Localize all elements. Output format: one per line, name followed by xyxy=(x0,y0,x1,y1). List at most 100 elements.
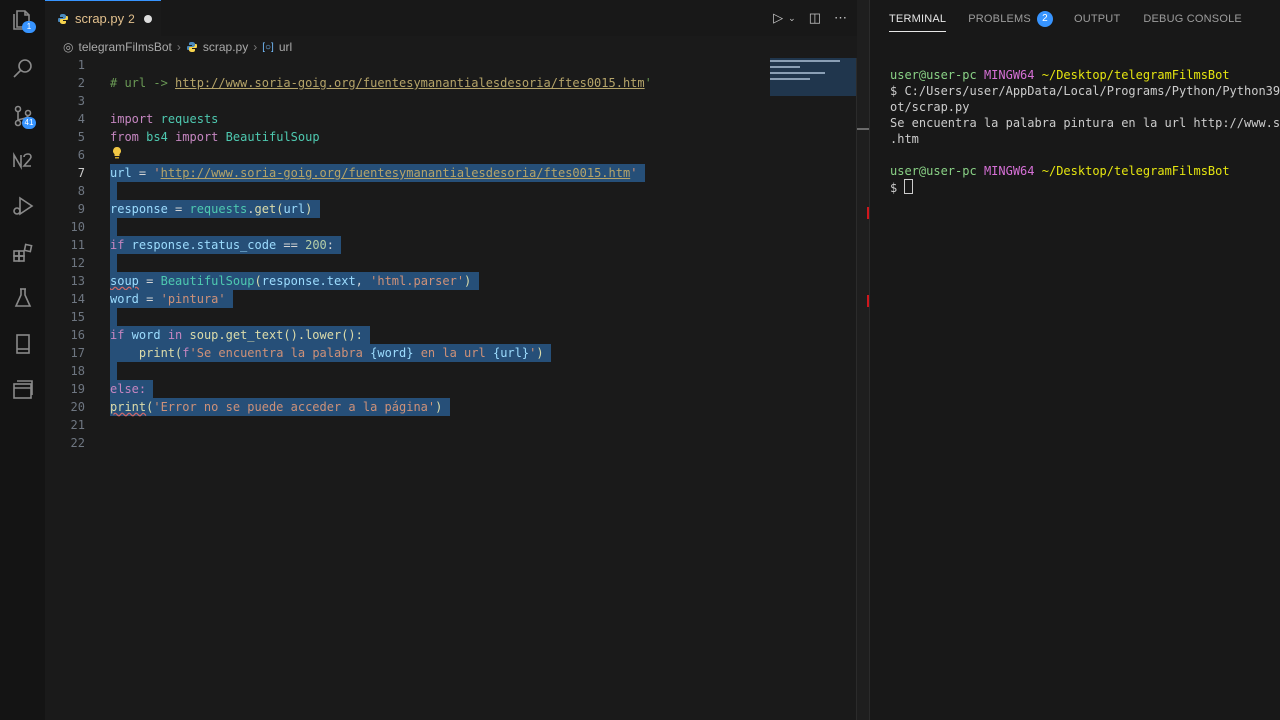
n2-extension-icon[interactable] xyxy=(0,141,45,181)
terminal-prompt-line: user@user-pc MINGW64 ~/Desktop/telegramF… xyxy=(890,67,1280,83)
minimap-line xyxy=(770,72,825,74)
explorer-icon[interactable]: 1 xyxy=(0,0,45,40)
line-number: 18 xyxy=(70,364,85,378)
code-line: 11 if response.status_code == 200: xyxy=(45,236,857,254)
interpolation-token: {url} xyxy=(492,346,530,360)
terminal-prompt-line: user@user-pc MINGW64 ~/Desktop/telegramF… xyxy=(890,163,1280,179)
terminal-output-line: .htm xyxy=(890,132,919,146)
tab-scrap-py[interactable]: scrap.py 2 xyxy=(45,0,161,36)
line-number: 11 xyxy=(70,238,85,252)
string-token: 'Error no se puede acceder a la página' xyxy=(153,400,436,414)
line-number: 15 xyxy=(70,310,85,324)
function-token: print xyxy=(110,400,147,414)
line-number: 5 xyxy=(77,130,85,144)
minimap-line xyxy=(770,60,840,62)
string-url-link[interactable]: http://www.soria-goig.org/fuentesymanant… xyxy=(161,166,631,180)
split-editor-icon[interactable]: ◫ xyxy=(809,10,821,26)
line-number: 4 xyxy=(77,112,85,126)
class-token: BeautifulSoup xyxy=(160,274,255,288)
terminal-panel: TERMINAL PROBLEMS 2 OUTPUT DEBUG CONSOLE … xyxy=(869,0,1280,720)
operator-token: = xyxy=(138,274,161,288)
python-file-icon xyxy=(58,13,68,24)
paren-token: ) xyxy=(435,400,443,414)
keyword-token: import xyxy=(110,112,154,126)
variable-token: word xyxy=(110,292,139,306)
line-number: 12 xyxy=(70,256,85,270)
extensions-icon[interactable] xyxy=(0,233,45,273)
breadcrumb-folder[interactable]: telegramFilmsBot xyxy=(78,40,171,54)
line-number: 20 xyxy=(70,400,85,414)
operator-token: , xyxy=(355,274,371,288)
prompt-dollar: $ xyxy=(890,181,905,195)
string-token: ' xyxy=(153,166,161,180)
tab-terminal[interactable]: TERMINAL xyxy=(889,0,947,38)
overview-ruler-cursor xyxy=(857,128,869,130)
code-line: 12 xyxy=(45,254,857,272)
code-line: 8 xyxy=(45,182,857,200)
breadcrumb-file[interactable]: scrap.py xyxy=(203,40,248,54)
lightbulb-icon[interactable] xyxy=(111,146,123,160)
prompt-path: ~/Desktop/telegramFilmsBot xyxy=(1041,68,1230,82)
tab-output[interactable]: OUTPUT xyxy=(1074,0,1120,38)
string-token: 'Se encuentra la palabra xyxy=(189,346,371,360)
paren-token: ) xyxy=(536,346,544,360)
operator-token: = xyxy=(167,202,190,216)
paren-token: ) xyxy=(464,274,472,288)
line-number: 6 xyxy=(77,148,85,162)
tab-debug-console[interactable]: DEBUG CONSOLE xyxy=(1143,0,1242,38)
editor-actions: ▷ ⌄ ◫ ⋯ xyxy=(773,0,857,36)
terminal-command-line: ot/scrap.py xyxy=(890,100,970,114)
attribute-token: .status_code xyxy=(189,238,277,252)
line-number: 16 xyxy=(70,328,85,342)
more-actions-icon[interactable]: ⋯ xyxy=(834,10,847,26)
module-token: bs4 xyxy=(146,130,168,144)
tab-problems[interactable]: PROBLEMS 2 xyxy=(968,0,1053,38)
paren-token: ) xyxy=(305,202,313,216)
editor-scrollbar[interactable] xyxy=(856,58,857,720)
tab-output-label: OUTPUT xyxy=(1073,13,1121,25)
code-line: 19 else: xyxy=(45,380,857,398)
variable-token: response xyxy=(110,202,168,216)
code-line: 16 if word in soup.get_text().lower(): xyxy=(45,326,857,344)
code-line: 20 print('Error no se puede acceder a la… xyxy=(45,398,857,416)
code-line: 17 print(f'Se encuentra la palabra {word… xyxy=(45,344,857,362)
run-dropdown-icon[interactable]: ⌄ xyxy=(788,13,796,24)
unsaved-dot-icon[interactable] xyxy=(143,14,152,23)
expression-token: soup.get_text().lower(): xyxy=(182,328,363,342)
string-token: en la url xyxy=(413,346,493,360)
run-file-icon[interactable]: ▷ xyxy=(773,10,783,26)
variable-token: word xyxy=(124,328,168,342)
code-line: 21 xyxy=(45,416,857,434)
notebook-icon[interactable] xyxy=(0,324,45,364)
prompt-path: ~/Desktop/telegramFilmsBot xyxy=(1041,164,1230,178)
source-control-badge: 41 xyxy=(22,117,36,129)
chevron-right-icon: › xyxy=(253,40,258,54)
testing-icon[interactable] xyxy=(0,278,45,318)
code-line: 4 import requests xyxy=(45,110,857,128)
variable-token: url xyxy=(283,202,306,216)
line-number: 14 xyxy=(70,292,85,306)
editor-area: scrap.py 2 ▷ ⌄ ◫ ⋯ ◎ telegramFilmsBot › … xyxy=(45,0,870,720)
run-debug-icon[interactable] xyxy=(0,186,45,226)
tab-terminal-label: TERMINAL xyxy=(889,13,947,25)
line-number: 1 xyxy=(77,58,85,72)
operator-token: = xyxy=(131,166,154,180)
keyword-token: in xyxy=(167,328,183,342)
terminal-output[interactable]: user@user-pc MINGW64 ~/Desktop/telegramF… xyxy=(890,67,1280,195)
code-line: 2 # url -> http://www.soria-goig.org/fue… xyxy=(45,74,857,92)
comment-url-link[interactable]: http://www.soria-goig.org/fuentesymanant… xyxy=(175,76,645,90)
terminal-command-line: $ C:/Users/user/AppData/Local/Programs/P… xyxy=(890,84,1280,98)
source-control-icon[interactable]: 41 xyxy=(0,96,45,136)
breadcrumb-symbol[interactable]: url xyxy=(279,40,292,54)
operator-token: == xyxy=(276,238,306,252)
line-number: 19 xyxy=(70,382,85,396)
search-icon[interactable] xyxy=(0,48,45,88)
remote-explorer-icon[interactable] xyxy=(0,370,45,410)
code-line: 14 word = 'pintura' xyxy=(45,290,857,308)
terminal-input-line[interactable]: $ xyxy=(890,179,1280,195)
line-number: 9 xyxy=(77,202,85,216)
tab-filename: scrap.py xyxy=(75,11,125,26)
minimap[interactable] xyxy=(770,58,856,96)
code-line: 18 xyxy=(45,362,857,380)
